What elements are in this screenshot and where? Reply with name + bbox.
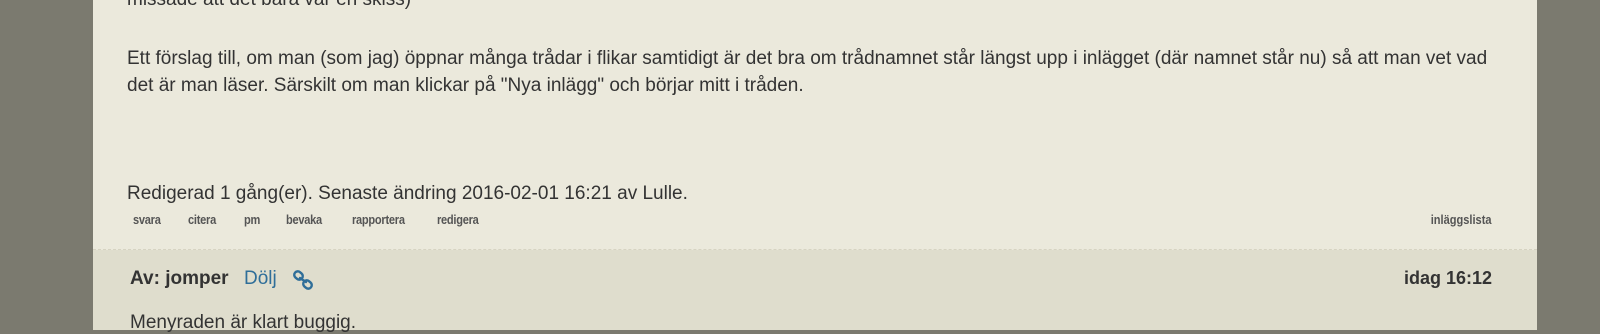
report-button[interactable]: rapportera — [352, 212, 405, 227]
post-actions: svara citera pm bevaka rapportera redige… — [133, 212, 509, 227]
forum-page: missade att det bara var en skiss) Ett f… — [93, 0, 1537, 333]
watch-button[interactable]: bevaka — [286, 212, 322, 227]
hide-link[interactable]: Dölj — [244, 268, 277, 290]
quote-button[interactable]: citera — [188, 212, 216, 227]
edited-note: Redigerad 1 gång(er). Senaste ändring 20… — [127, 183, 688, 204]
edit-button[interactable]: redigera — [437, 212, 479, 227]
post-2: Av: jomper Dölj idag 16:12 Menyraden är … — [93, 250, 1537, 333]
post-text-clipped-line: missade att det bara var en skiss) — [127, 0, 411, 12]
post-text-paragraph: Ett förslag till, om man (som jag) öppna… — [127, 48, 1488, 96]
link-chain-icon[interactable] — [292, 270, 314, 290]
pm-button[interactable]: pm — [244, 212, 260, 227]
post-author: Av: jomper — [130, 268, 229, 289]
post-list-link[interactable]: inläggslista — [1431, 212, 1492, 227]
reply-button[interactable]: svara — [133, 212, 161, 227]
post-time: idag 16:12 — [1403, 268, 1492, 288]
post-text: Menyraden är klart buggig. — [130, 312, 357, 333]
